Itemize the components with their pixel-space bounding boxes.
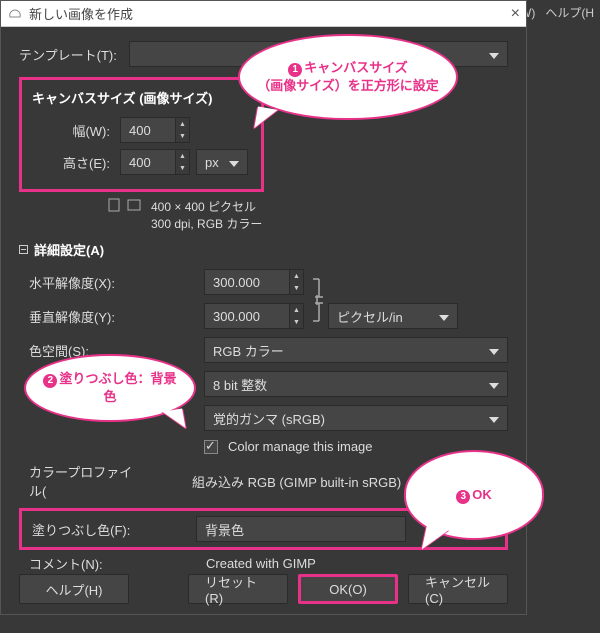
precision-select[interactable]: 8 bit 整数: [204, 371, 508, 397]
width-label: 幅(W):: [52, 121, 110, 140]
canvas-info: 400 × 400 ピクセル 300 dpi, RGB カラー: [107, 198, 508, 232]
colorspace-value: RGB カラー: [213, 341, 284, 360]
xres-input[interactable]: 300.000 ▲▼: [204, 269, 304, 295]
width-input[interactable]: 400 ▲▼: [120, 117, 190, 143]
fill-select[interactable]: 背景色: [196, 516, 406, 542]
unit-value: px: [205, 155, 219, 170]
ok-button[interactable]: OK(O): [298, 574, 398, 604]
close-icon[interactable]: ×: [511, 5, 520, 23]
yres-label: 垂直解像度(Y):: [29, 307, 144, 326]
app-icon: [7, 6, 23, 22]
chevron-down-icon: [481, 343, 499, 358]
color-manage-checkbox[interactable]: [204, 440, 218, 454]
menu-help[interactable]: ヘルプ(H: [545, 4, 594, 21]
dialog-title: 新しい画像を作成: [29, 4, 133, 23]
reset-button[interactable]: リセット(R): [188, 574, 288, 604]
fill-value: 背景色: [205, 520, 244, 539]
width-spinner[interactable]: ▲▼: [175, 118, 189, 142]
precision-value: 8 bit 整数: [213, 375, 267, 394]
profile-value: 組み込み RGB (GIMP built-in sRGB): [190, 472, 401, 491]
res-unit-value: ピクセル/in: [337, 307, 403, 326]
button-bar: ヘルプ(H) リセット(R) OK(O) キャンセル(C): [19, 574, 508, 604]
cancel-button[interactable]: キャンセル(C): [408, 574, 508, 604]
yres-value: 300.000: [213, 309, 260, 324]
profile-label: カラープロファイル(: [29, 462, 144, 500]
yres-input[interactable]: 300.000 ▲▼: [204, 303, 304, 329]
comment-value[interactable]: Created with GIMP: [204, 556, 316, 571]
canvas-size-title: キャンバスサイズ (画像サイズ): [32, 88, 251, 107]
height-input[interactable]: 400 ▲▼: [120, 149, 190, 175]
yres-spinner[interactable]: ▲▼: [289, 304, 303, 328]
collapse-icon: [19, 245, 28, 254]
xres-label: 水平解像度(X):: [29, 273, 144, 292]
chevron-down-icon: [221, 155, 239, 170]
portrait-icon[interactable]: [107, 198, 121, 212]
canvas-size-highlight: キャンバスサイズ (画像サイズ) 幅(W): 400 ▲▼ 高さ(E): 400…: [19, 77, 264, 192]
res-unit-select[interactable]: ピクセル/in: [328, 303, 458, 329]
chevron-down-icon: [431, 309, 449, 324]
info-dimensions: 400 × 400 ピクセル: [151, 198, 262, 215]
height-label: 高さ(E):: [52, 153, 110, 172]
link-icon[interactable]: [308, 275, 326, 325]
titlebar: 新しい画像を作成 ×: [1, 1, 526, 27]
fill-label: 塗りつぶし色(F):: [28, 520, 158, 539]
chevron-down-icon: [481, 47, 499, 62]
chevron-down-icon: [481, 377, 499, 392]
xres-spinner[interactable]: ▲▼: [289, 270, 303, 294]
height-spinner[interactable]: ▲▼: [175, 150, 189, 174]
help-button[interactable]: ヘルプ(H): [19, 574, 129, 604]
comment-label: コメント(N):: [29, 554, 144, 573]
advanced-title[interactable]: 詳細設定(A): [19, 240, 508, 259]
unit-select[interactable]: px: [196, 149, 248, 175]
annotation-3: 3OK: [404, 450, 544, 540]
colorspace-select[interactable]: RGB カラー: [204, 337, 508, 363]
gamma-value: 覚的ガンマ (sRGB): [213, 409, 325, 428]
color-manage-label: Color manage this image: [226, 439, 373, 454]
info-dpi: 300 dpi, RGB カラー: [151, 215, 262, 232]
landscape-icon[interactable]: [127, 198, 141, 212]
chevron-down-icon: [481, 411, 499, 426]
annotation-2: 2塗りつぶし色：背景色: [24, 354, 196, 422]
annotation-1: 1キャンバスサイズ （画像サイズ）を正方形に設定: [238, 34, 458, 120]
gamma-select[interactable]: 覚的ガンマ (sRGB): [204, 405, 508, 431]
height-value: 400: [129, 155, 151, 170]
xres-value: 300.000: [213, 275, 260, 290]
width-value: 400: [129, 123, 151, 138]
template-label: テンプレート(T):: [19, 45, 129, 64]
